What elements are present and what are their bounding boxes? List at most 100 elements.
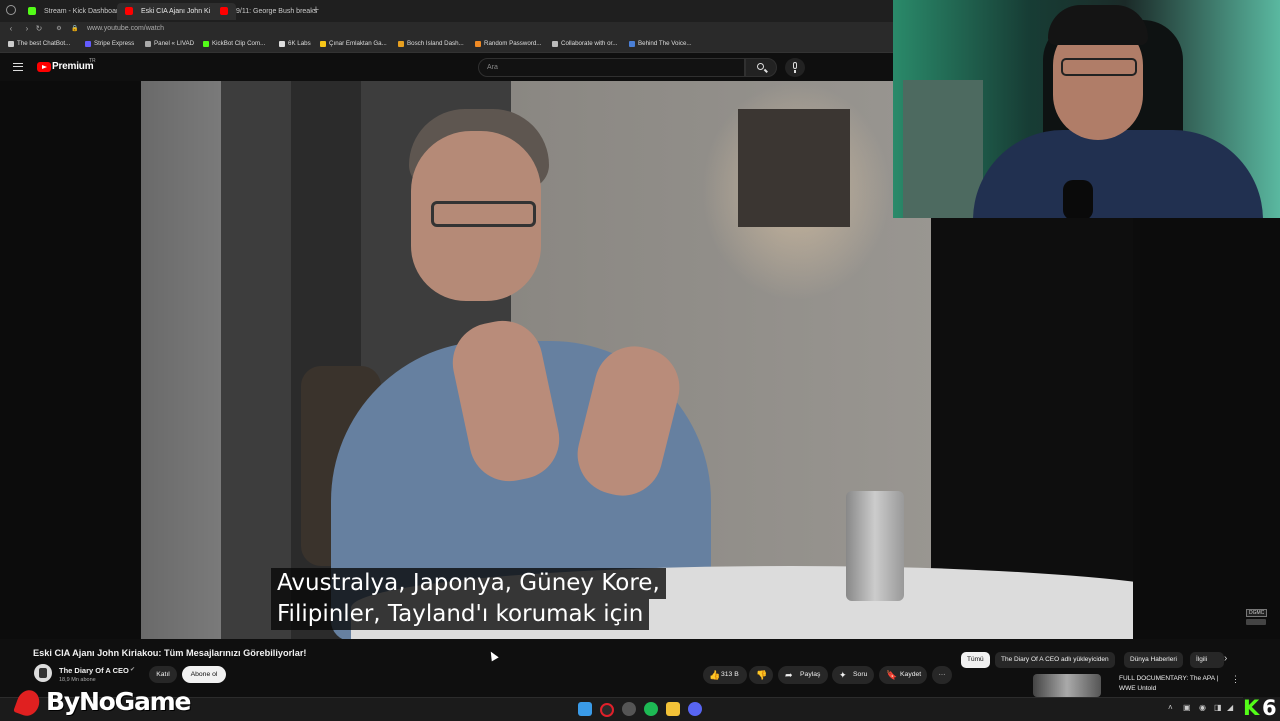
- bookmark-item[interactable]: Collaborate with or...: [552, 36, 617, 52]
- tray-app-icon[interactable]: ◉: [1199, 703, 1206, 712]
- file-explorer-icon[interactable]: [666, 702, 680, 716]
- webcam-streamer-glasses: [1061, 58, 1137, 76]
- webcam-headphones: [1048, 5, 1148, 45]
- kick-logo-icon: K: [1243, 696, 1260, 720]
- youtube-favicon-icon: [220, 7, 228, 15]
- recommended-title[interactable]: FULL DOCUMENTARY: The APA | WWE Untold: [1119, 674, 1229, 694]
- page-background-right: [1133, 218, 1280, 639]
- search-button[interactable]: [745, 58, 777, 77]
- tray-app-icon[interactable]: ▣: [1183, 703, 1191, 712]
- subscriber-count: 18,9 Mn abone: [59, 677, 96, 683]
- share-label: Paylaş: [800, 671, 821, 678]
- video-subtitles: Avustralya, Japonya, Güney Kore, Filipin…: [271, 568, 666, 630]
- more-vertical-icon[interactable]: ⋮: [1231, 674, 1240, 685]
- browser-menu-icon[interactable]: [6, 5, 16, 15]
- new-tab-button[interactable]: +: [310, 4, 322, 16]
- youtube-logo-icon[interactable]: [37, 62, 51, 72]
- bookmark-item[interactable]: 6K Labs: [279, 36, 311, 52]
- bookmark-item[interactable]: Panel « LIVAD: [145, 36, 194, 52]
- bookmark-icon: [552, 41, 558, 47]
- bookmark-icon: [475, 41, 481, 47]
- bookmark-item[interactable]: Bosch Island Dash...: [398, 36, 464, 52]
- bookmark-item[interactable]: KickBot Clip Com...: [203, 36, 265, 52]
- join-button[interactable]: Katıl: [149, 666, 177, 683]
- chip-world-news[interactable]: Dünya Haberleri: [1124, 652, 1183, 668]
- opera-icon[interactable]: [600, 703, 614, 717]
- share-button[interactable]: ➦ Paylaş: [778, 666, 828, 684]
- obs-icon[interactable]: [622, 702, 636, 716]
- chevron-right-icon[interactable]: ›: [1224, 653, 1227, 664]
- streamer-webcam: [893, 0, 1280, 218]
- tray-chevron-icon[interactable]: ˄: [1168, 703, 1173, 712]
- subscribe-button[interactable]: Abone ol: [182, 666, 226, 683]
- bookmark-icon: [203, 41, 209, 47]
- channel-name[interactable]: The Diary Of A CEO: [59, 666, 129, 675]
- bookmark-icon: [279, 41, 285, 47]
- video-scene-wall: [141, 81, 221, 639]
- bookmark-item[interactable]: Random Password...: [475, 36, 541, 52]
- hamburger-menu-icon[interactable]: [13, 63, 23, 71]
- bookmark-item[interactable]: Behind The Voice...: [629, 36, 692, 52]
- sparkle-icon: ✦: [839, 670, 847, 680]
- webcam-streamer-shirt: [973, 130, 1263, 218]
- dgmc-watermark-bar: [1246, 619, 1266, 625]
- ask-button[interactable]: ✦ Soru: [832, 666, 874, 684]
- bookmark-icon: [320, 41, 326, 47]
- verified-check-icon: ✔: [130, 667, 136, 673]
- save-label: Kaydet: [900, 671, 922, 678]
- thumbs-up-icon: 👍: [709, 670, 721, 680]
- youtube-premium-logo[interactable]: Premium: [52, 61, 94, 72]
- country-code: TR: [89, 58, 96, 64]
- video-scene-mug: [846, 491, 904, 601]
- forward-arrow-icon[interactable]: ›: [22, 22, 32, 36]
- more-actions-button[interactable]: ···: [932, 666, 952, 684]
- like-count: 313 B: [721, 671, 739, 678]
- kick-badge: K 6: [1243, 696, 1280, 720]
- search-icon: [757, 63, 764, 70]
- voice-search-icon[interactable]: [785, 58, 805, 77]
- video-scene-lamp: [738, 109, 850, 227]
- page-background-left: [0, 81, 141, 639]
- bookmark-icon: [85, 41, 91, 47]
- windows-taskbar: ˄ ▣ ◉ ◨ ◢: [0, 697, 1280, 721]
- share-arrow-icon: ➦: [785, 670, 793, 680]
- like-button[interactable]: 👍 313 B: [703, 666, 747, 684]
- thumbs-down-icon: 👎: [756, 670, 768, 680]
- chip-all[interactable]: Tümü: [961, 652, 990, 668]
- subtitle-line: Filipinler, Tayland'ı korumak için: [271, 599, 650, 630]
- search-input[interactable]: Ara: [478, 58, 745, 77]
- bookmark-icon: [629, 41, 635, 47]
- chip-related[interactable]: İlgili: [1190, 652, 1224, 668]
- windows-start-icon[interactable]: [578, 702, 592, 716]
- lock-icon[interactable]: 🔒: [70, 22, 80, 36]
- video-title: Eski CIA Ajanı John Kiriakou: Tüm Mesajl…: [33, 648, 307, 658]
- bookmark-icon: [8, 41, 14, 47]
- bookmark-item[interactable]: Stripe Express: [85, 36, 134, 52]
- address-bar: ‹ › ↻ ⚙ 🔒 www.youtube.com/watch: [0, 22, 893, 36]
- spotify-icon[interactable]: [644, 702, 658, 716]
- recommended-thumbnail[interactable]: [1033, 674, 1101, 697]
- subtitle-line: Avustralya, Japonya, Güney Kore,: [271, 568, 666, 599]
- discord-icon[interactable]: [688, 702, 702, 716]
- bookmarks-bar: The best ChatBot... Stripe Express Panel…: [0, 36, 893, 53]
- save-button[interactable]: 🔖 Kaydet: [879, 666, 927, 684]
- bookmark-item[interactable]: The best ChatBot...: [8, 36, 70, 52]
- youtube-header: Premium TR Ara: [0, 53, 893, 81]
- site-info-icon[interactable]: ⚙: [54, 22, 64, 36]
- volume-icon[interactable]: ◢: [1227, 703, 1233, 712]
- url-text[interactable]: www.youtube.com/watch: [87, 22, 164, 36]
- network-icon[interactable]: ◨: [1214, 703, 1222, 712]
- dislike-button[interactable]: 👎: [749, 666, 773, 684]
- reload-icon[interactable]: ↻: [34, 22, 44, 36]
- speaker-glasses: [431, 201, 536, 227]
- dgmc-watermark: DGMC: [1246, 609, 1268, 617]
- bookmark-item[interactable]: Çınar Emlaktan Ga...: [320, 36, 387, 52]
- kick-number: 6: [1262, 696, 1277, 720]
- bookmark-icon: [145, 41, 151, 47]
- youtube-favicon-icon: [125, 7, 133, 15]
- ask-label: Soru: [853, 671, 868, 678]
- chip-from-uploader[interactable]: The Diary Of A CEO adlı yükleyiciden: [995, 652, 1115, 668]
- search-placeholder: Ara: [487, 64, 498, 71]
- back-arrow-icon[interactable]: ‹: [6, 22, 16, 36]
- channel-avatar[interactable]: [34, 664, 52, 682]
